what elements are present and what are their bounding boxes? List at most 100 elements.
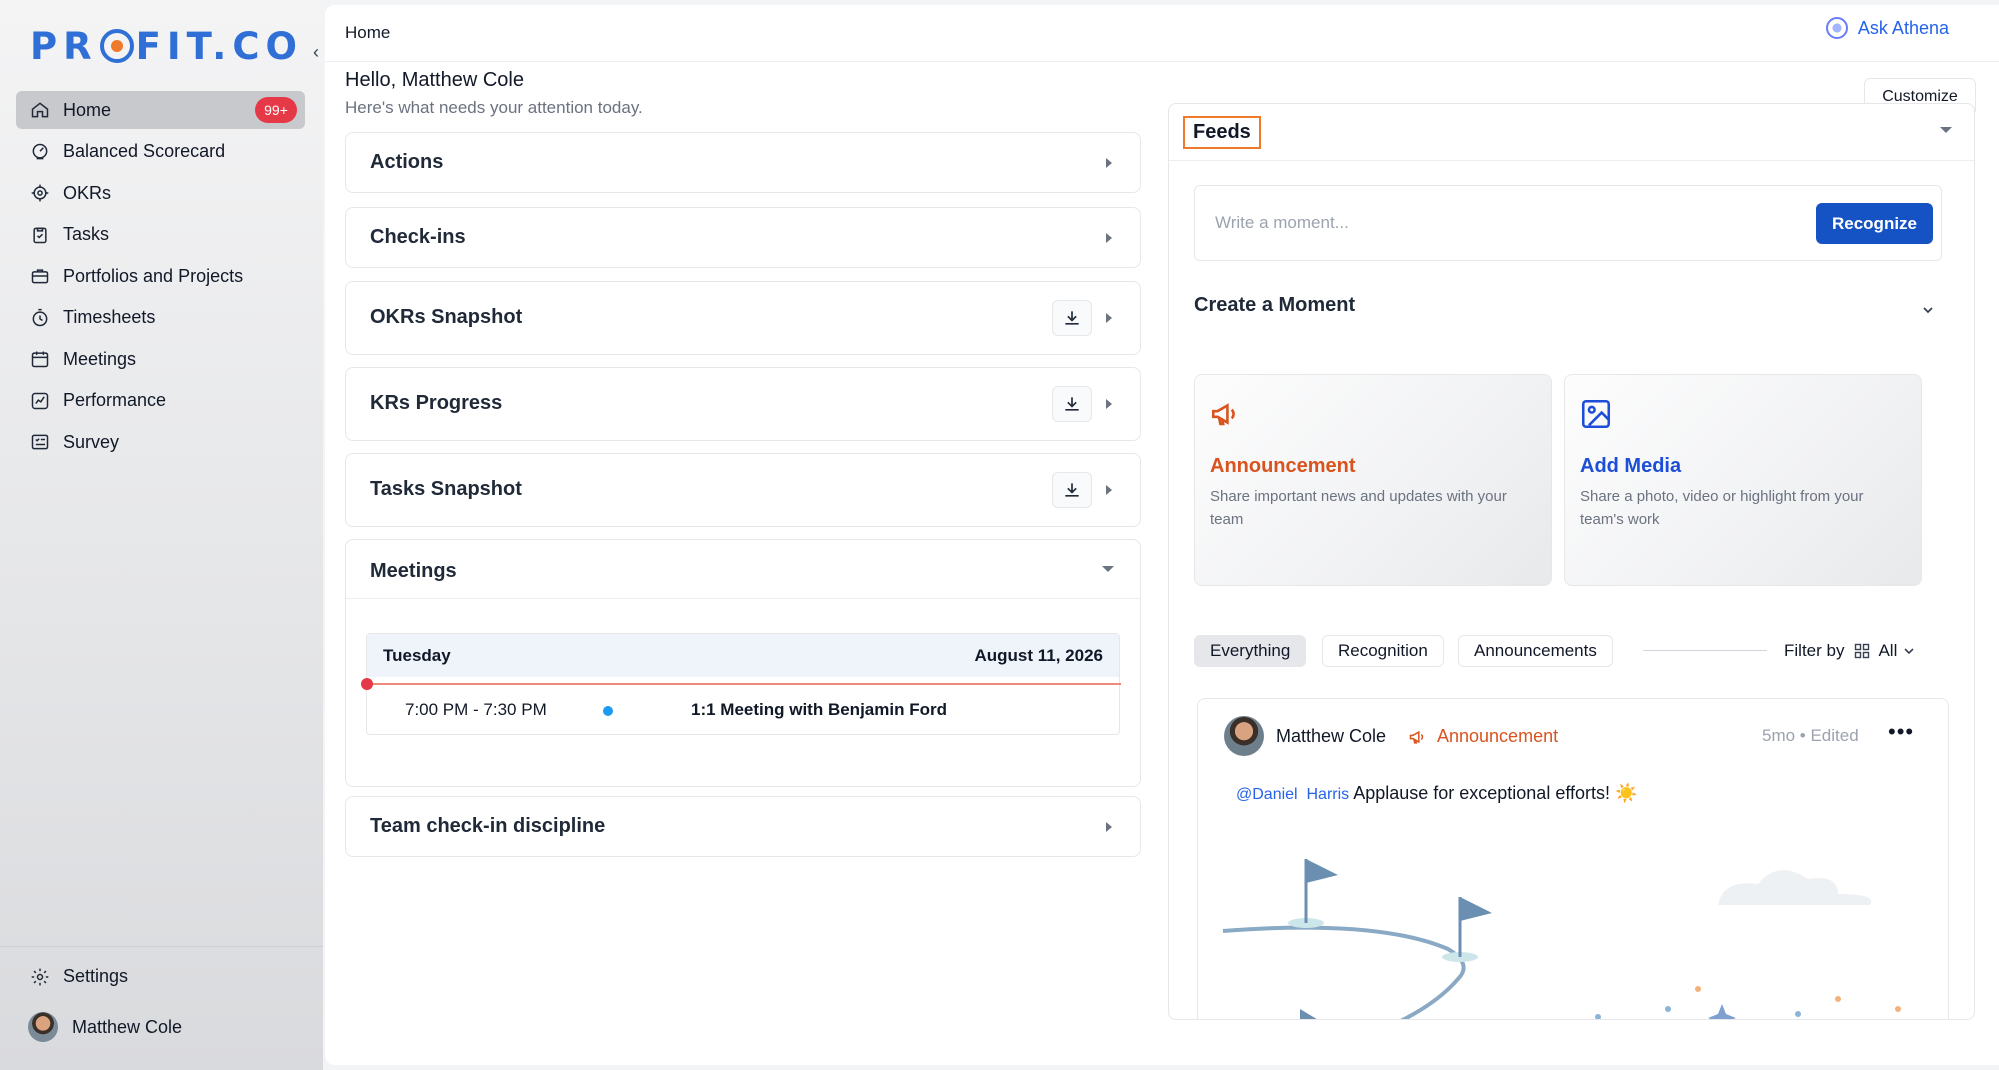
filter-chip-announcements[interactable]: Announcements — [1458, 635, 1613, 667]
widget-title: Tasks Snapshot — [370, 478, 522, 500]
notification-badge: 99+ — [255, 97, 297, 123]
filter-value: All — [1878, 641, 1898, 660]
caret-right-icon[interactable] — [1106, 485, 1112, 495]
sidebar-item-label: OKRs — [63, 182, 112, 203]
sidebar-item-tasks[interactable]: Tasks — [16, 216, 305, 254]
sidebar-item-survey[interactable]: Survey — [16, 423, 305, 461]
widget-okrs-snapshot[interactable]: OKRs Snapshot — [345, 281, 1141, 355]
widget-team-checkin-discipline[interactable]: Team check-in discipline — [345, 796, 1141, 857]
caret-down-icon[interactable] — [1102, 566, 1114, 572]
topbar: Home Ask Athena — [325, 5, 1999, 62]
caret-right-icon[interactable] — [1106, 233, 1112, 243]
more-options-icon[interactable]: ••• — [1888, 719, 1914, 745]
download-button[interactable] — [1052, 386, 1092, 422]
post-body: @Daniel Harris Applause for exceptional … — [1236, 783, 1637, 804]
caret-right-icon[interactable] — [1106, 313, 1112, 323]
sidebar-divider — [0, 946, 323, 947]
caret-right-icon[interactable] — [1106, 822, 1112, 832]
sidebar-item-okrs[interactable]: OKRs — [16, 174, 305, 212]
sidebar-item-performance[interactable]: Performance — [16, 382, 305, 420]
page-subtitle: Here's what needs your attention today. — [345, 98, 643, 117]
tile-title: Add Media — [1580, 455, 1682, 477]
sidebar-item-label: Timesheets — [63, 307, 156, 327]
megaphone-icon — [1409, 730, 1424, 744]
download-button[interactable] — [1052, 472, 1092, 508]
main-content: Home Ask Athena Hello, Matthew Cole Here… — [325, 5, 1999, 1065]
widget-krs-progress[interactable]: KRs Progress — [345, 367, 1141, 441]
add-media-tile[interactable]: Add Media Share a photo, video or highli… — [1564, 374, 1922, 586]
meeting-time: 7:00 PM - 7:30 PM — [405, 700, 547, 719]
divider — [346, 598, 1140, 599]
sidebar-item-timesheets[interactable]: Timesheets — [16, 299, 305, 337]
current-time-line — [367, 683, 1121, 685]
moment-input[interactable] — [1215, 206, 1775, 240]
briefcase-icon — [30, 266, 50, 286]
caret-down-icon[interactable] — [1940, 127, 1952, 133]
mention-first-name: @Daniel — [1236, 786, 1298, 803]
avatar[interactable] — [1224, 716, 1264, 756]
sidebar-item-home[interactable]: Home 99+ — [16, 91, 305, 129]
caret-right-icon[interactable] — [1106, 399, 1112, 409]
profit-co-logo[interactable]: PR FIT.CO — [30, 24, 303, 68]
ask-athena-label: Ask Athena — [1857, 17, 1949, 38]
feed-post: Matthew Cole Announcement 5mo • Edited •… — [1197, 698, 1949, 1019]
recognize-button[interactable]: Recognize — [1816, 203, 1933, 244]
widget-title: Actions — [370, 151, 444, 173]
download-icon — [1065, 397, 1079, 411]
sidebar-nav: Home 99+ Balanced Scorecard OKRs Tasks P… — [16, 91, 305, 465]
athena-orb-icon — [1825, 17, 1848, 39]
sidebar-item-label: Home — [63, 99, 112, 120]
tile-description: Share a photo, video or highlight from y… — [1580, 488, 1864, 528]
widget-checkins[interactable]: Check-ins — [345, 207, 1141, 268]
meeting-status-dot — [603, 706, 613, 716]
filter-chip-everything[interactable]: Everything — [1194, 635, 1307, 667]
breadcrumb[interactable]: Home — [345, 23, 390, 43]
announcement-tile[interactable]: Announcement Share important news and up… — [1194, 374, 1552, 586]
widget-title: Meetings — [370, 560, 457, 582]
meetings-table: Tuesday August 11, 2026 7:00 PM - 7:30 P… — [361, 633, 1121, 735]
chevron-down-icon — [1904, 648, 1914, 655]
logo-target-icon — [99, 29, 134, 63]
chart-line-icon — [30, 391, 50, 411]
tile-description: Share important news and updates with yo… — [1210, 488, 1507, 528]
target-icon — [30, 183, 50, 203]
widget-tasks-snapshot[interactable]: Tasks Snapshot — [345, 453, 1141, 527]
feed-filters: Everything Recognition Announcements Fil… — [1194, 635, 1954, 669]
filter-by-dropdown[interactable]: Filter by All — [1784, 641, 1923, 661]
home-icon — [30, 100, 50, 120]
sidebar-item-portfolios[interactable]: Portfolios and Projects — [16, 257, 305, 295]
caret-right-icon[interactable] — [1106, 158, 1112, 168]
megaphone-icon — [1211, 403, 1235, 426]
user-profile[interactable]: Matthew Cole — [28, 1012, 182, 1042]
logo-text-right: FIT.CO — [135, 24, 303, 68]
meeting-title[interactable]: 1:1 Meeting with Benjamin Ford — [691, 700, 947, 720]
sidebar: PR FIT.CO ‹ Home 99+ Balanced Scorecard … — [0, 0, 323, 1070]
tile-title: Announcement — [1210, 455, 1356, 477]
avatar — [28, 1012, 58, 1042]
feeds-panel: Feeds Recognize Create a Moment Announce… — [1168, 103, 1975, 1020]
ask-athena-button[interactable]: Ask Athena — [1825, 17, 1949, 39]
sidebar-item-meetings[interactable]: Meetings — [16, 340, 305, 378]
meetings-day-header: Tuesday August 11, 2026 — [367, 634, 1119, 677]
calendar-icon — [30, 349, 50, 369]
filter-chip-recognition[interactable]: Recognition — [1322, 635, 1444, 667]
post-author[interactable]: Matthew Cole — [1276, 726, 1386, 747]
feeds-header: Feeds — [1169, 104, 1974, 161]
post-type-tag: Announcement — [1408, 726, 1558, 747]
widget-actions[interactable]: Actions — [345, 132, 1141, 193]
meeting-day: Tuesday — [383, 645, 451, 665]
chevron-down-icon[interactable] — [1922, 304, 1934, 316]
sidebar-item-label: Balanced Scorecard — [63, 141, 226, 161]
download-button[interactable] — [1052, 300, 1092, 336]
sidebar-item-settings[interactable]: Settings — [30, 966, 128, 987]
user-name: Matthew Cole — [72, 1016, 183, 1037]
widget-title: Team check-in discipline — [370, 815, 606, 837]
clipboard-check-icon — [30, 225, 50, 245]
create-moment-title: Create a Moment — [1194, 294, 1356, 316]
mention-link[interactable]: @Daniel Harris — [1236, 786, 1349, 803]
widget-meetings: Meetings Tuesday August 11, 2026 7:00 PM… — [345, 539, 1141, 787]
post-type-label: Announcement — [1437, 726, 1559, 746]
sidebar-item-balanced-scorecard[interactable]: Balanced Scorecard — [16, 133, 305, 171]
meeting-row[interactable]: 7:00 PM - 7:30 PM 1:1 Meeting with Benja… — [367, 690, 1121, 730]
scorecard-icon — [30, 142, 50, 162]
